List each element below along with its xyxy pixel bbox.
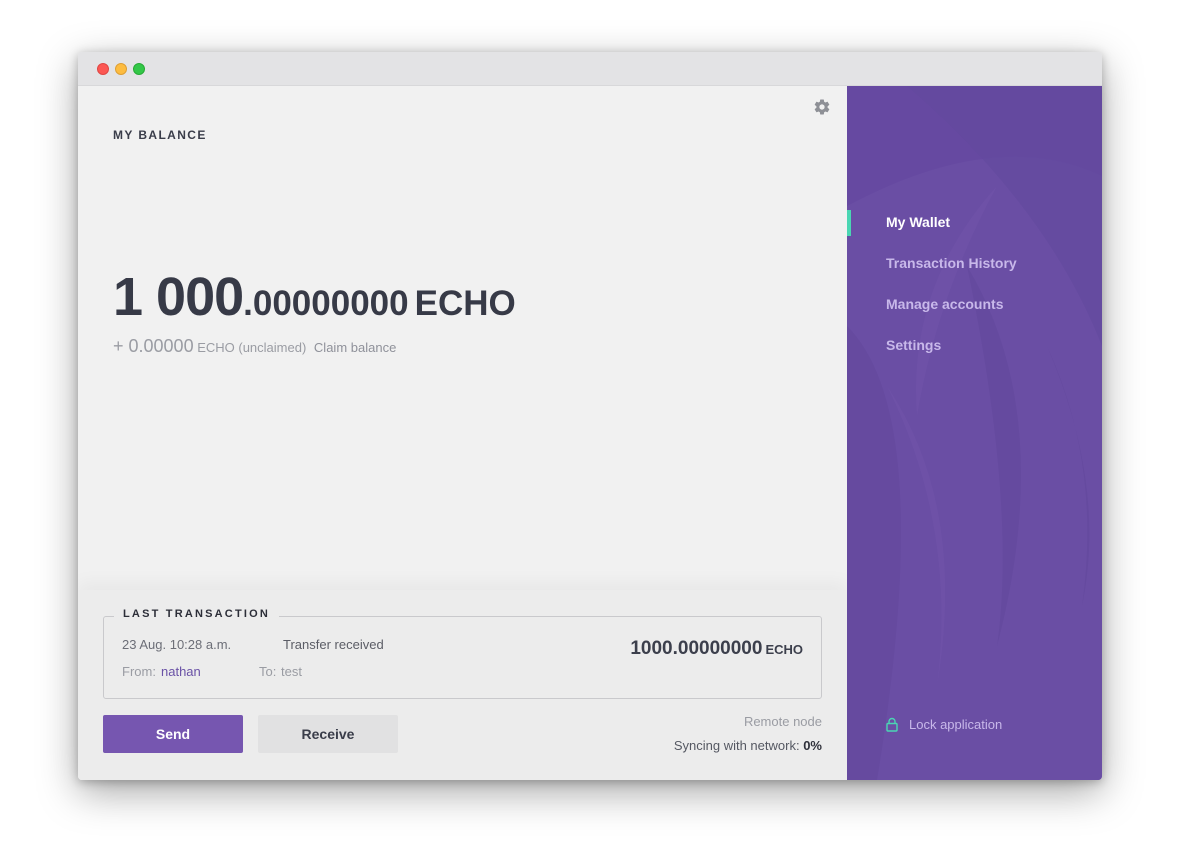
balance-integer: 1 000 (113, 267, 244, 327)
balance-decimal: .00000000 (243, 284, 409, 323)
title-bar (78, 52, 1102, 86)
bottom-panel: LAST TRANSACTION 23 Aug. 10:28 a.m. Tran… (78, 590, 847, 780)
balance-heading: MY BALANCE (113, 128, 207, 142)
sidebar-item-transaction-history[interactable]: Transaction History (886, 255, 1017, 271)
send-button[interactable]: Send (103, 715, 243, 753)
gear-icon[interactable] (813, 98, 831, 116)
transaction-type: Transfer received (283, 637, 384, 652)
from-account-link[interactable]: nathan (161, 664, 201, 679)
sidebar-item-my-wallet[interactable]: My Wallet (886, 214, 950, 230)
sidebar-background-pattern (847, 86, 1102, 780)
app-window: MY BALANCE 1 000.00000000 ECHO + 0.00000 … (78, 52, 1102, 780)
lock-icon (886, 717, 898, 732)
minimize-window-button[interactable] (115, 63, 127, 75)
sync-value: 0% (803, 738, 822, 753)
balance-amount: 1 000.00000000 ECHO (113, 266, 516, 328)
sync-label: Syncing with network: (673, 738, 800, 753)
unclaimed-value: + 0.00000 (113, 336, 194, 356)
sidebar-item-settings[interactable]: Settings (886, 337, 941, 353)
receive-button[interactable]: Receive (258, 715, 398, 753)
transaction-date: 23 Aug. 10:28 a.m. (122, 637, 232, 652)
to-label: To: (259, 664, 277, 679)
sync-status: Syncing with network: 0% (674, 738, 822, 753)
from-label: From: (122, 664, 156, 679)
transaction-amount-currency: ECHO (765, 642, 803, 657)
sidebar-item-manage-accounts[interactable]: Manage accounts (886, 296, 1003, 312)
unclaimed-balance: + 0.00000 ECHO (unclaimed) Claim balance (113, 336, 396, 357)
claim-balance-link[interactable]: Claim balance (314, 340, 396, 355)
main-panel: MY BALANCE 1 000.00000000 ECHO + 0.00000 … (78, 86, 847, 780)
transaction-amount-value: 1000.00000000 (630, 638, 763, 659)
sidebar: My Wallet Transaction History Manage acc… (847, 86, 1102, 780)
last-transaction-title: LAST TRANSACTION (114, 608, 280, 620)
unclaimed-label: ECHO (unclaimed) (197, 340, 307, 355)
close-window-button[interactable] (97, 63, 109, 75)
last-transaction-card[interactable]: LAST TRANSACTION 23 Aug. 10:28 a.m. Tran… (103, 608, 822, 699)
to-account: test (281, 664, 302, 679)
balance-currency: ECHO (414, 284, 516, 323)
node-status: Remote node (743, 714, 822, 729)
lock-application-label: Lock application (909, 717, 1003, 732)
maximize-window-button[interactable] (133, 63, 145, 75)
active-nav-indicator (847, 210, 851, 236)
transaction-amount: 1000.00000000 ECHO (630, 638, 803, 660)
